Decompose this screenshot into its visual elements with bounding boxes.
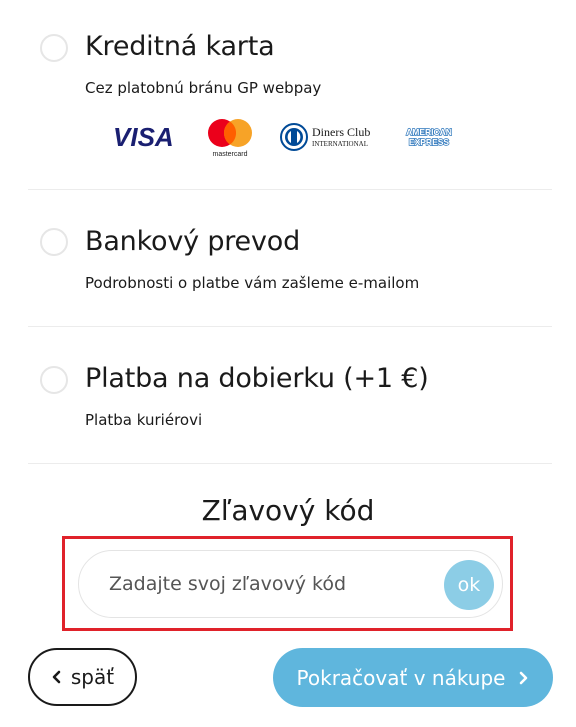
option-subtitle-cash-on-delivery: Platba kuriérovi xyxy=(85,411,203,429)
mastercard-logo: mastercard xyxy=(208,119,252,158)
divider xyxy=(28,326,552,327)
continue-button-label: Pokračovať v nákupe xyxy=(296,665,506,690)
visa-logo-text: VISA xyxy=(113,122,174,152)
discount-code-field: ok xyxy=(78,550,503,618)
diners-club-logo: Diners Club INTERNATIONAL xyxy=(280,123,370,151)
option-subtitle-bank-transfer: Podrobnosti o platbe vám zašleme e-mailo… xyxy=(85,274,420,292)
back-button-label: späť xyxy=(70,665,115,689)
radio-credit-card[interactable] xyxy=(40,34,68,62)
amex-logo-line2: EXPRESS xyxy=(409,137,449,147)
mastercard-logo-text: mastercard xyxy=(212,151,247,158)
diners-logo-line1: Diners Club xyxy=(312,125,370,139)
divider xyxy=(28,463,552,464)
discount-code-input[interactable] xyxy=(109,569,429,599)
apply-discount-button[interactable]: ok xyxy=(444,560,494,610)
visa-logo: VISA xyxy=(113,122,174,152)
radio-cash-on-delivery[interactable] xyxy=(40,366,68,394)
continue-button[interactable]: Pokračovať v nákupe xyxy=(273,648,553,707)
amex-logo-line1: AMERICAN xyxy=(406,127,452,137)
option-subtitle-credit-card: Cez platobnú bránu GP webpay xyxy=(85,79,322,97)
chevron-right-icon xyxy=(520,671,528,684)
divider xyxy=(28,189,552,190)
discount-title: Zľavový kód xyxy=(201,494,375,527)
option-title-bank-transfer[interactable]: Bankový prevod xyxy=(85,226,300,257)
option-title-credit-card[interactable]: Kreditná karta xyxy=(85,31,275,62)
radio-bank-transfer[interactable] xyxy=(40,228,68,256)
option-title-cash-on-delivery[interactable]: Platba na dobierku (+1 €) xyxy=(85,363,429,394)
back-button[interactable]: späť xyxy=(28,648,137,706)
diners-logo-line2: INTERNATIONAL xyxy=(312,140,368,148)
amex-logo: AMERICAN EXPRESS xyxy=(405,126,452,147)
chevron-left-icon xyxy=(52,670,61,684)
